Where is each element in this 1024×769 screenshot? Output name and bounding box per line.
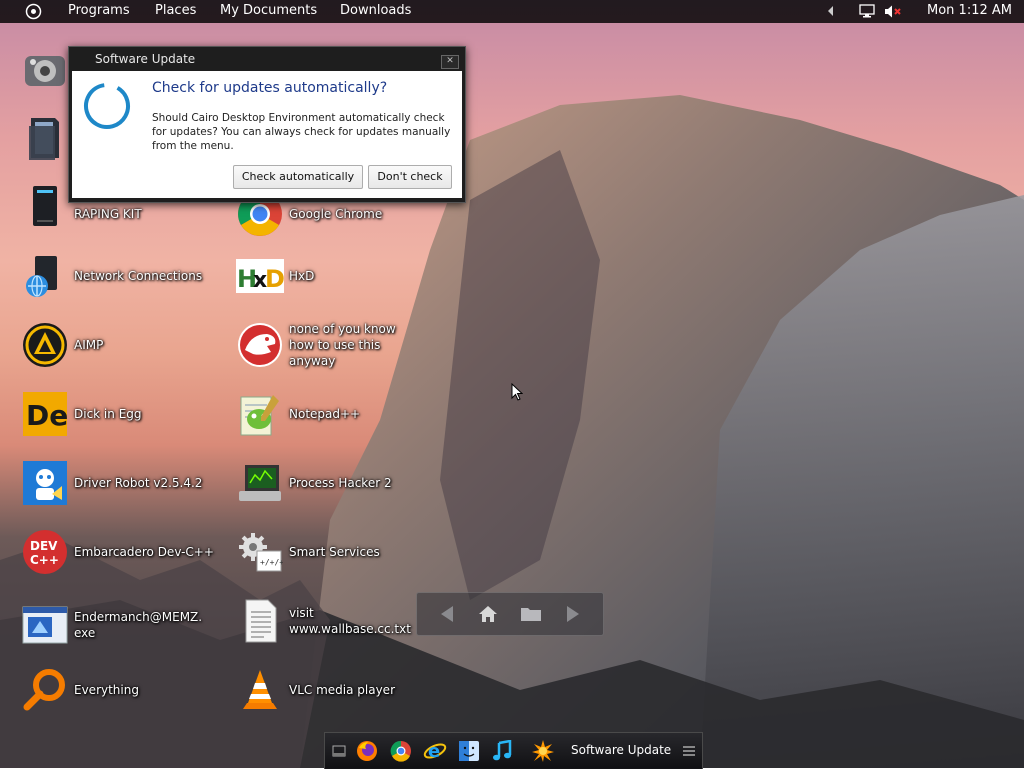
computer-icon — [21, 183, 69, 231]
software-update-window-icon[interactable] — [531, 739, 555, 763]
chrome-icon[interactable] — [389, 739, 413, 763]
taskbar-active-window-label[interactable]: Software Update — [571, 743, 671, 757]
desktop-icon-label: visit www.wallbase.cc.txt — [289, 606, 411, 636]
menu-downloads[interactable]: Downloads — [340, 3, 411, 18]
tray-expand-icon[interactable] — [826, 5, 834, 21]
control-panel-icon — [21, 46, 69, 94]
process-hacker-icon — [236, 459, 284, 507]
desktop-icon-label: Driver Robot v2.5.4.2 — [74, 476, 203, 490]
svg-text:e: e — [428, 741, 440, 762]
desktop-icon-everything[interactable]: Everything — [21, 662, 214, 718]
firefox-icon[interactable] — [355, 739, 379, 763]
desktop-icon-dick-in-egg[interactable]: De Dick in Egg — [21, 386, 214, 442]
desktop-icon-wallbase-txt[interactable]: visit www.wallbase.cc.txt — [236, 593, 429, 649]
gear-icon: +/+/+ — [236, 528, 284, 576]
dick-in-egg-icon: De — [21, 390, 69, 438]
desktop-icon-process-hacker[interactable]: Process Hacker 2 — [236, 455, 429, 511]
volume-muted-icon[interactable] — [884, 4, 902, 23]
notepadpp-icon — [236, 390, 284, 438]
everything-icon — [21, 666, 69, 714]
network-icon — [21, 252, 69, 300]
hxd-icon: HxD — [236, 252, 284, 300]
svg-text:+/+/+: +/+/+ — [260, 558, 283, 567]
desktop-icon-label: Smart Services — [289, 545, 380, 559]
desktop-icon-memz[interactable]: Endermanch@MEMZ.exe — [21, 597, 204, 653]
red-dinosaur-icon — [236, 321, 284, 369]
desktop-icon-label: Embarcadero Dev-C++ — [74, 545, 214, 559]
folder-icon[interactable] — [519, 602, 543, 626]
cairo-menu-icon[interactable] — [25, 3, 42, 20]
finder-icon[interactable] — [457, 739, 481, 763]
desktop-icon-network-connections[interactable]: Network Connections — [21, 248, 214, 304]
desktop-icon-red-dinosaur[interactable]: none of you know how to use this anyway — [236, 317, 419, 373]
update-spinner-icon — [82, 81, 132, 135]
menu-my-documents[interactable]: My Documents — [220, 3, 317, 18]
text-file-icon — [236, 597, 284, 645]
software-update-dialog: Software Update ✕ Check for updates auto… — [68, 46, 466, 203]
home-icon[interactable] — [476, 602, 500, 626]
svg-text:C++: C++ — [30, 553, 59, 567]
dont-check-button[interactable]: Don't check — [368, 165, 452, 189]
menubar-clock[interactable]: Mon 1:12 AM — [927, 3, 1012, 18]
desktop-icon-vlc[interactable]: VLC media player — [236, 662, 429, 718]
desktop-icon-label: Network Connections — [74, 269, 203, 283]
desktop-icon-label: Google Chrome — [289, 207, 383, 221]
desktop-icon-devcpp[interactable]: DEV C++ Embarcadero Dev-C++ — [21, 524, 214, 580]
desktop-icon-label: Dick in Egg — [74, 407, 142, 421]
folder-icon — [21, 114, 69, 162]
music-icon[interactable] — [490, 739, 514, 763]
driver-robot-icon — [21, 459, 69, 507]
dialog-message: Should Cairo Desktop Environment automat… — [152, 112, 451, 152]
desktop-icon-aimp[interactable]: AIMP — [21, 317, 214, 373]
desktop-icon-label: Notepad++ — [289, 407, 361, 421]
dialog-heading: Check for updates automatically? — [152, 80, 388, 96]
menu-programs[interactable]: Programs — [68, 3, 130, 18]
menu-bar: Programs Places My Documents Downloads M… — [0, 0, 1024, 23]
desktop-icon-driver-robot[interactable]: Driver Robot v2.5.4.2 — [21, 455, 214, 511]
action-center-icon[interactable] — [859, 4, 875, 23]
desktop-icon-label: HxD — [289, 269, 315, 283]
desktop-icon-label: Everything — [74, 683, 139, 697]
memz-icon — [21, 601, 69, 649]
svg-text:De: De — [26, 399, 68, 432]
devcpp-icon: DEV C++ — [21, 528, 69, 576]
desktop-navigation-widget — [416, 592, 604, 636]
svg-text:DEV: DEV — [30, 539, 58, 553]
svg-text:D: D — [265, 265, 284, 293]
close-icon[interactable]: ✕ — [441, 55, 459, 69]
desktop-icon-label: RAPING KIT — [74, 207, 142, 221]
taskbar: e Software Update — [324, 732, 703, 769]
desktop-icon-label: none of you know how to use this anyway — [289, 322, 396, 368]
desktop-icon-smart-services[interactable]: +/+/+ Smart Services — [236, 524, 429, 580]
vlc-icon — [236, 666, 284, 714]
dialog-title: Software Update — [95, 52, 196, 66]
desktop-icon-label: Process Hacker 2 — [289, 476, 392, 490]
desktop-icon-label: AIMP — [74, 338, 104, 352]
ie-icon[interactable]: e — [423, 739, 447, 763]
forward-arrow-icon[interactable] — [561, 602, 585, 626]
menu-places[interactable]: Places — [155, 3, 196, 18]
desktop-icon-label: VLC media player — [289, 683, 396, 697]
check-automatically-button[interactable]: Check automatically — [233, 165, 363, 189]
back-arrow-icon[interactable] — [435, 602, 459, 626]
desktop-icon-notepadpp[interactable]: Notepad++ — [236, 386, 429, 442]
mouse-cursor-icon — [511, 382, 524, 405]
desktop-icon-label: Endermanch@MEMZ.exe — [74, 610, 203, 640]
aimp-icon — [21, 321, 69, 369]
desktop-icon[interactable] — [327, 739, 351, 763]
taskbar-menu-icon[interactable] — [677, 739, 701, 763]
desktop-icon-hxd[interactable]: HxD HxD — [236, 248, 429, 304]
